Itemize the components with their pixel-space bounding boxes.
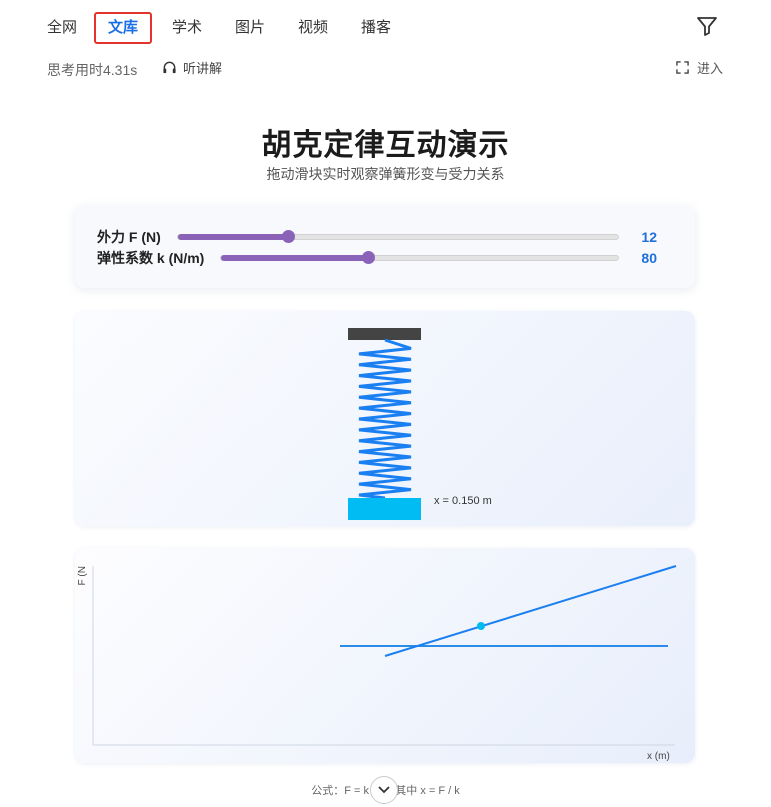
tab-videos[interactable]: 视频 xyxy=(298,16,328,42)
force-slider[interactable] xyxy=(176,230,619,243)
listen-button[interactable]: 听讲解 xyxy=(162,58,222,77)
tab-library[interactable]: 文库 xyxy=(94,12,153,44)
tab-podcasts[interactable]: 播客 xyxy=(361,16,391,42)
force-slider-fill xyxy=(177,234,288,240)
spring-mount xyxy=(348,328,421,340)
scroll-down-button[interactable] xyxy=(370,776,398,804)
force-graph-panel: F (N x (m) xyxy=(75,548,695,763)
force-control: 外力 F (N) 12 xyxy=(97,227,657,247)
tab-academic[interactable]: 学术 xyxy=(172,16,202,42)
page-subtitle: 拖动滑块实时观察弹簧形变与受力关系 xyxy=(266,166,505,182)
think-time: 思考用时4.31s xyxy=(47,62,138,78)
meta-row: 思考用时4.31s 听讲解 进入 xyxy=(0,56,771,86)
enter-label: 进入 xyxy=(696,61,723,76)
fullscreen-icon xyxy=(676,61,689,74)
filter-button[interactable] xyxy=(695,14,721,40)
enter-fullscreen-button[interactable]: 进入 xyxy=(676,58,723,77)
top-nav: 全网 文库 学术 图片 视频 播客 xyxy=(0,0,771,56)
force-label: 外力 F (N) xyxy=(97,229,161,245)
hooke-law-line xyxy=(384,565,677,657)
headphones-icon xyxy=(163,61,176,74)
tab-images[interactable]: 图片 xyxy=(235,16,265,42)
force-value: 12 xyxy=(641,229,657,245)
graph-y-label: F (N xyxy=(77,566,88,585)
controls-panel: 外力 F (N) 12 弹性系数 k (N/m) 80 xyxy=(75,206,695,288)
k-slider-fill xyxy=(221,255,369,261)
k-value: 80 xyxy=(641,250,657,266)
k-slider-thumb[interactable] xyxy=(362,251,376,264)
spring-panel: x = 0.150 m xyxy=(75,311,695,526)
chevron-down-icon xyxy=(378,786,390,794)
k-control: 弹性系数 k (N/m) 80 xyxy=(97,248,657,268)
page-title: 胡克定律互动演示 xyxy=(261,129,510,162)
tab-all[interactable]: 全网 xyxy=(47,16,77,42)
spring-block[interactable] xyxy=(348,498,421,520)
current-point xyxy=(477,622,485,630)
force-graph: F (N x (m) xyxy=(77,565,677,762)
listen-label: 听讲解 xyxy=(183,61,223,76)
force-slider-thumb[interactable] xyxy=(281,230,295,243)
k-label: 弹性系数 k (N/m) xyxy=(97,250,205,266)
spring-coil xyxy=(358,338,412,500)
k-slider[interactable] xyxy=(220,251,619,264)
spring-canvas: x = 0.150 m xyxy=(348,328,492,520)
filter-icon xyxy=(697,17,717,36)
displacement-label: x = 0.150 m xyxy=(434,495,492,507)
graph-x-label: x (m) xyxy=(647,751,670,762)
